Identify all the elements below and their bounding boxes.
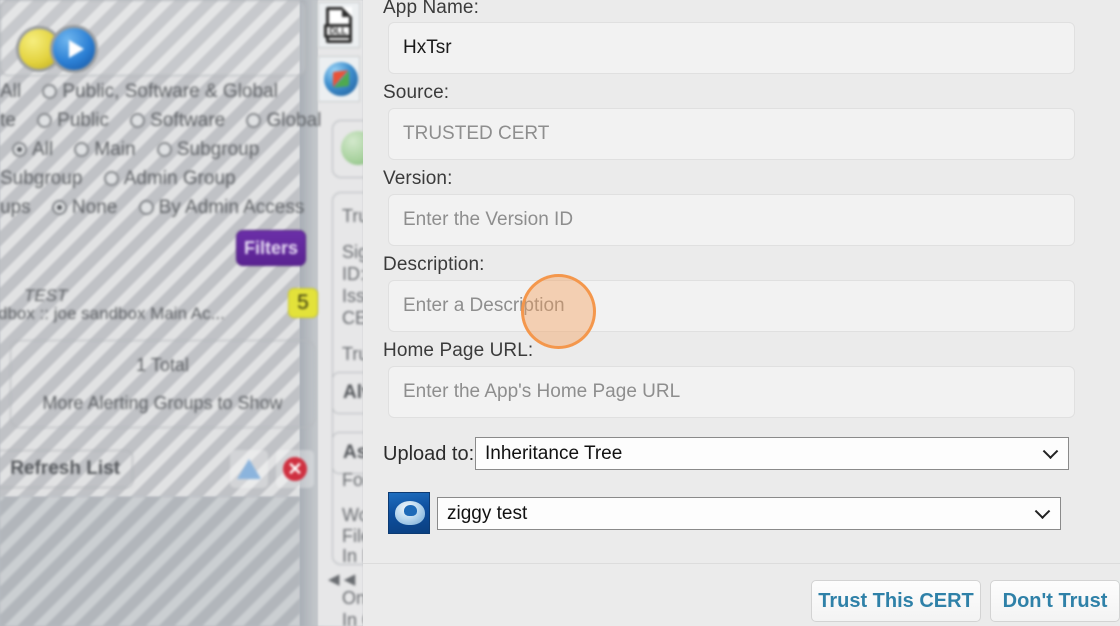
app-name-label: App Name:	[383, 0, 479, 18]
cursor-click-highlight	[521, 274, 596, 349]
description-input[interactable]: Enter a Description	[388, 280, 1075, 332]
description-label: Description:	[383, 254, 485, 275]
trust-cert-dialog: App Name: HxTsr Source: TRUSTED CERT Ver…	[363, 0, 1120, 626]
source-input[interactable]: TRUSTED CERT	[388, 108, 1075, 160]
upload-to-label: Upload to:	[383, 443, 475, 465]
home-page-url-input[interactable]: Enter the App's Home Page URL	[388, 366, 1075, 418]
version-label: Version:	[383, 168, 453, 189]
dialog-footer: Trust This CERT Don't Trust	[363, 563, 1120, 626]
home-page-url-label: Home Page URL:	[383, 340, 534, 361]
chevron-down-icon	[1034, 502, 1051, 519]
version-input[interactable]: Enter the Version ID	[388, 194, 1075, 246]
app-name-input[interactable]: HxTsr	[388, 22, 1075, 74]
source-label: Source:	[383, 82, 450, 103]
dont-trust-button[interactable]: Don't Trust	[990, 580, 1120, 622]
dll-file-icon[interactable]: DLL	[318, 2, 360, 48]
background-detail-column: DLL Trus Sigr ID: : Issu CEF Trus Alv As…	[0, 0, 394, 626]
chevron-down-icon	[1042, 442, 1059, 459]
dialog-body: App Name: HxTsr Source: TRUSTED CERT Ver…	[363, 0, 1120, 563]
windows-logo-icon[interactable]	[318, 56, 360, 102]
group-select-value: ziggy test	[447, 502, 528, 524]
pager-icons[interactable]: ◀ ◀	[328, 570, 355, 588]
ziggy-cloud-icon	[388, 492, 430, 534]
upload-to-select[interactable]: Inheritance Tree	[475, 437, 1069, 470]
trust-this-cert-button[interactable]: Trust This CERT	[811, 580, 981, 622]
screen-root: All Public, Software & Global te Public …	[0, 0, 1120, 626]
group-select[interactable]: ziggy test	[437, 497, 1061, 530]
upload-to-value: Inheritance Tree	[485, 442, 623, 464]
